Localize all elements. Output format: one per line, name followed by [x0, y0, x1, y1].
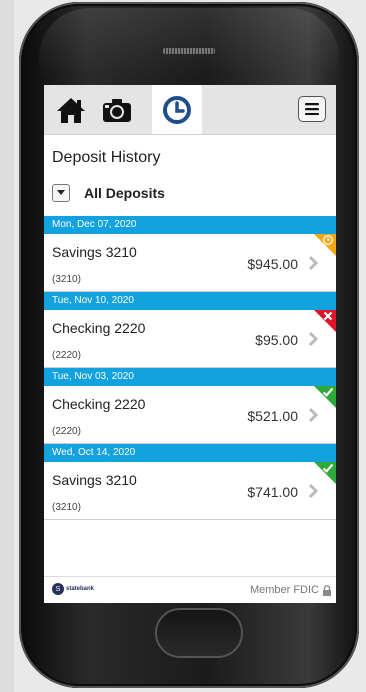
- hamburger-menu-icon: [305, 103, 319, 115]
- deposit-row[interactable]: Checking 2220 (2220) $521.00: [44, 386, 336, 444]
- clock-icon: [163, 95, 191, 124]
- check-icon: [322, 463, 334, 473]
- deposit-filter[interactable]: All Deposits: [52, 184, 165, 202]
- account-name: Checking 2220: [52, 396, 146, 412]
- chevron-right-icon: [308, 483, 318, 499]
- deposit-amount: $95.00: [255, 332, 298, 348]
- date-header: Wed, Oct 14, 2020: [44, 444, 336, 462]
- phone-sheen: [39, 8, 339, 78]
- nav-history-tab[interactable]: [152, 85, 202, 134]
- page-title: Deposit History: [52, 149, 161, 166]
- fdic-label: Member FDIC: [249, 584, 319, 596]
- account-name: Checking 2220: [52, 320, 146, 336]
- app-footer: S statebank Member FDIC: [44, 576, 336, 603]
- phone-speaker: [163, 48, 215, 54]
- bank-logo: S statebank: [52, 583, 94, 595]
- lock-icon: [323, 584, 331, 596]
- home-icon: [57, 97, 85, 123]
- chevron-right-icon: [308, 331, 318, 347]
- phone-home-button[interactable]: [155, 608, 243, 658]
- account-name: Savings 3210: [52, 244, 137, 260]
- deposit-row[interactable]: Savings 3210 (3210) $945.00: [44, 234, 336, 292]
- date-header: Mon, Dec 07, 2020: [44, 216, 336, 234]
- deposit-amount: $945.00: [247, 256, 298, 272]
- account-number: (3210): [52, 502, 81, 513]
- camera-icon: [103, 98, 131, 122]
- filter-label: All Deposits: [84, 185, 165, 201]
- app-screen: Deposit History All Deposits Mon, Dec 07…: [44, 85, 336, 603]
- deposit-row[interactable]: Checking 2220 (2220) $95.00: [44, 310, 336, 368]
- filter-dropdown-button[interactable]: [52, 184, 70, 202]
- menu-button[interactable]: [298, 96, 326, 122]
- account-number: (2220): [52, 426, 81, 437]
- x-icon: [323, 311, 333, 321]
- date-header: Tue, Nov 03, 2020: [44, 368, 336, 386]
- deposit-amount: $741.00: [247, 484, 298, 500]
- chevron-down-icon: [57, 190, 65, 195]
- deposit-list: Mon, Dec 07, 2020 Savings 3210 (3210) $9…: [44, 216, 336, 520]
- logo-mark: S: [52, 583, 64, 595]
- fdic-notice: Member FDIC: [250, 584, 332, 596]
- app-header: [44, 85, 336, 135]
- nav-home-button[interactable]: [50, 85, 92, 134]
- clock-icon: [323, 235, 333, 245]
- date-header: Tue, Nov 10, 2020: [44, 292, 336, 310]
- check-icon: [322, 387, 334, 397]
- account-name: Savings 3210: [52, 472, 137, 488]
- chevron-right-icon: [308, 255, 318, 271]
- logo-text: statebank: [66, 586, 95, 592]
- nav-camera-button[interactable]: [96, 85, 138, 134]
- deposit-amount: $521.00: [247, 408, 298, 424]
- deposit-row[interactable]: Savings 3210 (3210) $741.00: [44, 462, 336, 520]
- account-number: (2220): [52, 350, 81, 361]
- account-number: (3210): [52, 274, 81, 285]
- page-edge: [0, 0, 14, 692]
- chevron-right-icon: [308, 407, 318, 423]
